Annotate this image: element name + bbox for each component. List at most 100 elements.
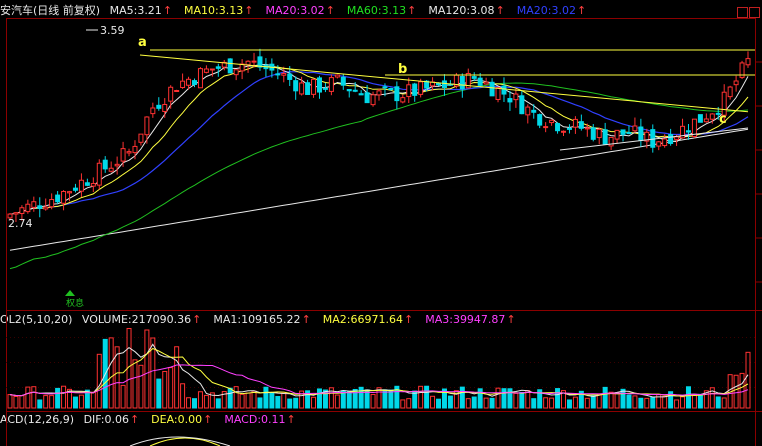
trendline-descending bbox=[139, 54, 749, 113]
candle-body bbox=[501, 85, 507, 95]
volume-bar bbox=[733, 374, 739, 409]
candle-body bbox=[340, 76, 346, 86]
volume-bar bbox=[203, 394, 209, 409]
candle-body bbox=[346, 89, 352, 92]
candle-body bbox=[144, 116, 150, 136]
volume-bar bbox=[644, 397, 650, 409]
point-label-c: c bbox=[719, 112, 727, 127]
candle-body bbox=[72, 187, 78, 191]
volume-bar bbox=[662, 395, 668, 409]
candle-body bbox=[156, 104, 162, 109]
volume-bar bbox=[78, 394, 84, 409]
volume-bar bbox=[632, 395, 638, 409]
macd-dea-line bbox=[149, 437, 221, 446]
volume-bar bbox=[192, 398, 197, 409]
candle-body bbox=[602, 129, 608, 145]
point-label-b: b bbox=[398, 62, 407, 77]
candle-body bbox=[578, 121, 584, 129]
volume-bar bbox=[501, 388, 507, 409]
candle-body bbox=[90, 183, 96, 187]
ma120-line bbox=[9, 128, 749, 251]
high-price-label: 3.59 bbox=[100, 24, 125, 37]
candle-body bbox=[489, 81, 495, 97]
candle-body bbox=[632, 125, 638, 132]
volume-bar bbox=[269, 392, 275, 409]
candle-body bbox=[507, 98, 513, 103]
candle-body bbox=[209, 68, 215, 71]
volume-bar bbox=[685, 386, 691, 409]
volume-bar bbox=[13, 396, 19, 409]
ma10-line bbox=[15, 66, 749, 214]
candle-body bbox=[61, 190, 67, 204]
candle-body bbox=[531, 109, 537, 113]
candle-body bbox=[19, 207, 25, 214]
volume-bar bbox=[239, 393, 245, 409]
candle-body bbox=[537, 114, 543, 126]
candle-body bbox=[251, 60, 257, 63]
candle-body bbox=[650, 129, 656, 148]
candle-body bbox=[364, 92, 370, 104]
candle-body bbox=[328, 77, 334, 92]
volume-bar bbox=[406, 398, 412, 409]
volume-bar bbox=[37, 399, 43, 409]
volume-bar bbox=[43, 395, 49, 409]
candle-body bbox=[67, 191, 73, 194]
candle-body bbox=[495, 87, 501, 100]
volume-bar bbox=[697, 393, 703, 409]
candle-body bbox=[745, 58, 751, 66]
volume-bar bbox=[525, 390, 531, 409]
volume-bar bbox=[626, 394, 632, 409]
candle-body bbox=[96, 162, 102, 186]
volume-bar bbox=[55, 387, 61, 409]
volume-bar bbox=[144, 329, 150, 409]
candle-body bbox=[555, 123, 561, 132]
candle-body bbox=[43, 206, 49, 210]
candle-body bbox=[180, 80, 186, 89]
volume-bar bbox=[186, 397, 192, 409]
price-chart[interactable]: 3.59 2.74 a b c 权息 bbox=[0, 0, 762, 446]
candle-body bbox=[31, 201, 37, 208]
candle-body bbox=[293, 80, 299, 92]
candle-body bbox=[358, 93, 364, 96]
volume-bar bbox=[507, 388, 513, 409]
volume-bar bbox=[245, 392, 251, 409]
volume-bar bbox=[620, 388, 626, 409]
volume-bar bbox=[447, 395, 453, 409]
candle-body bbox=[561, 130, 566, 133]
volume-bar bbox=[572, 396, 578, 409]
volume-bar bbox=[215, 398, 221, 409]
volume-bar bbox=[400, 399, 406, 409]
volume-bar bbox=[566, 399, 572, 409]
candle-body bbox=[316, 77, 322, 93]
candle-body bbox=[13, 212, 19, 215]
candle-body bbox=[334, 74, 340, 78]
candle-body bbox=[126, 151, 132, 154]
volume-bar bbox=[459, 386, 465, 409]
volume-bar bbox=[197, 391, 203, 409]
volume-bar bbox=[549, 397, 555, 409]
volume-bar bbox=[674, 399, 680, 409]
volume-bar bbox=[132, 359, 138, 409]
candle-body bbox=[549, 119, 555, 124]
volume-bar bbox=[638, 397, 644, 409]
volume-bar bbox=[519, 392, 525, 409]
candle-body bbox=[626, 132, 632, 135]
candle-body bbox=[566, 127, 572, 130]
volume-bar bbox=[257, 397, 263, 409]
volume-bar bbox=[281, 392, 287, 409]
candle-body bbox=[25, 203, 31, 213]
volume-bar bbox=[483, 397, 489, 409]
volume-bar bbox=[293, 397, 299, 409]
candle-body bbox=[656, 141, 662, 147]
volume-bar bbox=[311, 396, 317, 409]
candle-body bbox=[412, 83, 418, 96]
candle-body bbox=[203, 68, 209, 73]
volume-bar bbox=[543, 397, 549, 409]
volume-bar bbox=[745, 351, 751, 409]
candle-body bbox=[352, 89, 358, 92]
volume-bar bbox=[162, 370, 168, 409]
volume-bar bbox=[346, 391, 352, 409]
volume-bar bbox=[436, 398, 442, 409]
candle-body bbox=[150, 107, 156, 115]
volume-bar bbox=[96, 353, 102, 409]
